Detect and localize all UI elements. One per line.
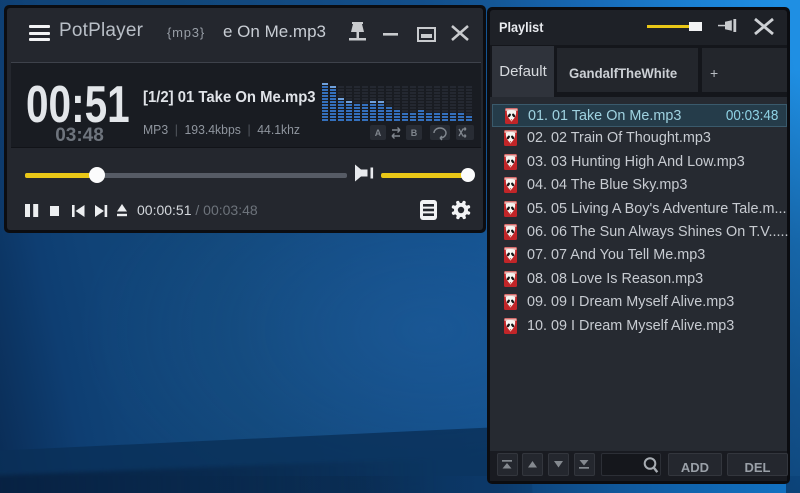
svg-text:B: B [411,128,418,138]
svg-text:A: A [375,128,382,138]
